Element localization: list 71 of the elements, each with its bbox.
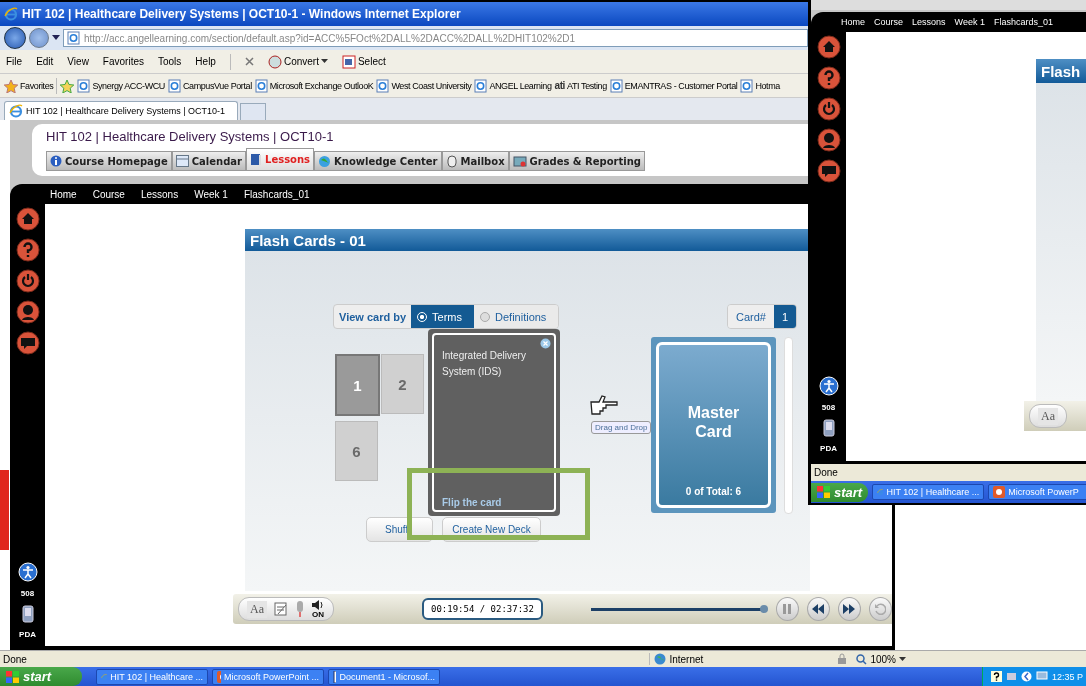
breadcrumb-link[interactable]: Week 1 [954, 17, 985, 27]
course-tab[interactable]: Knowledge Center [314, 151, 442, 171]
player-title: Flash [1036, 59, 1086, 83]
view-label: View card by [338, 309, 408, 325]
menu-item[interactable]: Edit [36, 56, 54, 67]
device-label: PDA [820, 444, 837, 453]
breadcrumb-link[interactable]: Flashcards_01 [243, 188, 310, 200]
menu-item[interactable]: File [6, 56, 23, 67]
course-tab[interactable]: Course Homepage [46, 151, 172, 171]
course-tab[interactable]: Mailbox [441, 151, 509, 171]
menu-item[interactable]: Help [195, 56, 216, 67]
favorite-link[interactable]: EMANTRAS - Customer Portal [624, 80, 738, 91]
flip-card-link[interactable]: Flip the card [442, 497, 546, 508]
favorite-link[interactable]: Microsoft Exchange OutlooK [269, 80, 374, 91]
window-title: HIT 102 | Healthcare Delivery Systems | OCT10-1 - Windows Internet Explorer [22, 7, 461, 21]
time-display: 00:19:54 / 02:37:32 [422, 598, 543, 620]
breadcrumb-link[interactable]: Course [92, 188, 125, 200]
favorites-button[interactable]: Favorites [20, 80, 54, 91]
favorite-link[interactable]: Hotma [755, 80, 780, 91]
favorite-link[interactable]: Synergy ACC-WCU [92, 80, 165, 91]
favorite-link[interactable]: ATI Testing [566, 80, 607, 91]
browser-tab[interactable]: HIT 102 | Healthcare Delivery Systems | OCT10-1 [4, 101, 238, 120]
breadcrumb-link[interactable]: Home [50, 188, 77, 200]
course-tab[interactable]: Grades & Reporting [508, 151, 645, 171]
font-size-button[interactable]: Aa [1038, 407, 1058, 425]
view-option[interactable]: Definitions [474, 305, 559, 328]
menu-item[interactable]: Tools [158, 56, 182, 67]
clock: 12:35 P [1051, 671, 1083, 682]
player-title: Flash Cards - 01 [245, 229, 810, 251]
status-text: Done [3, 653, 27, 665]
zoom-level[interactable]: 100% [870, 653, 896, 665]
card-term: Integrated Delivery System (IDS) [442, 349, 527, 379]
course-title: HIT 102 | Healthcare Delivery Systems | OCT10-1 [46, 129, 334, 144]
taskbar-button[interactable]: HIT 102 | Healthcare ... [872, 484, 985, 500]
favorite-link[interactable]: ANGEL Learning [489, 80, 552, 91]
taskbar-button[interactable]: HIT 102 | Healthcare ... [96, 668, 208, 685]
course-tab[interactable]: Calendar [171, 151, 247, 171]
taskbar-button[interactable]: Microsoft PowerPoint ... [212, 668, 324, 685]
deck-card[interactable]: 2 [381, 354, 424, 414]
taskbar-button[interactable]: Document1 - Microsof... [328, 668, 440, 685]
menu-item[interactable]: View [67, 56, 89, 67]
device-label: PDA [19, 630, 36, 639]
audio-state: ON [312, 611, 324, 619]
favorite-link[interactable]: CampusVue Portal [182, 80, 252, 91]
menu-item[interactable]: Favorites [102, 56, 144, 67]
start-button[interactable]: start [811, 482, 869, 502]
card-number-field: Card# 1 [727, 304, 797, 329]
breadcrumb-link[interactable]: Lessons [912, 17, 946, 27]
logo-text: ati [554, 80, 565, 91]
breadcrumb-link[interactable]: Week 1 [194, 188, 228, 200]
favorite-link[interactable]: West Coast University [391, 80, 472, 91]
breadcrumb-link[interactable]: Flashcards_01 [993, 17, 1053, 27]
drag-hint: Drag and Drop [591, 421, 652, 434]
security-zone: Internet [669, 653, 704, 665]
accessibility-label: 508 [821, 403, 836, 412]
start-button[interactable]: start [0, 667, 82, 686]
status-text: Done [814, 467, 838, 478]
card-count: 0 of Total: 6 [685, 486, 742, 497]
view-option[interactable]: Terms [411, 305, 474, 328]
select-button[interactable]: Select [357, 56, 386, 67]
font-size-button[interactable]: Aa [247, 600, 267, 618]
accessibility-label: 508 [20, 589, 35, 598]
deck-card[interactable]: 6 [335, 421, 378, 481]
taskbar-button[interactable]: Microsoft PowerP [988, 484, 1086, 500]
breadcrumb-link[interactable]: Lessons [140, 188, 179, 200]
breadcrumb-link[interactable]: Course [874, 17, 904, 27]
convert-button[interactable]: Convert [283, 56, 319, 67]
address-field[interactable]: http://acc.angellearning.com/section/default.asp?id=ACC%5FOct%2DALL%2DACC%2DALL%2DHIT102%2D1 [63, 29, 808, 47]
breadcrumb-link[interactable]: Home [841, 17, 865, 27]
course-tab[interactable]: Lessons [246, 148, 315, 171]
master-card-title: Master Card [686, 403, 741, 441]
